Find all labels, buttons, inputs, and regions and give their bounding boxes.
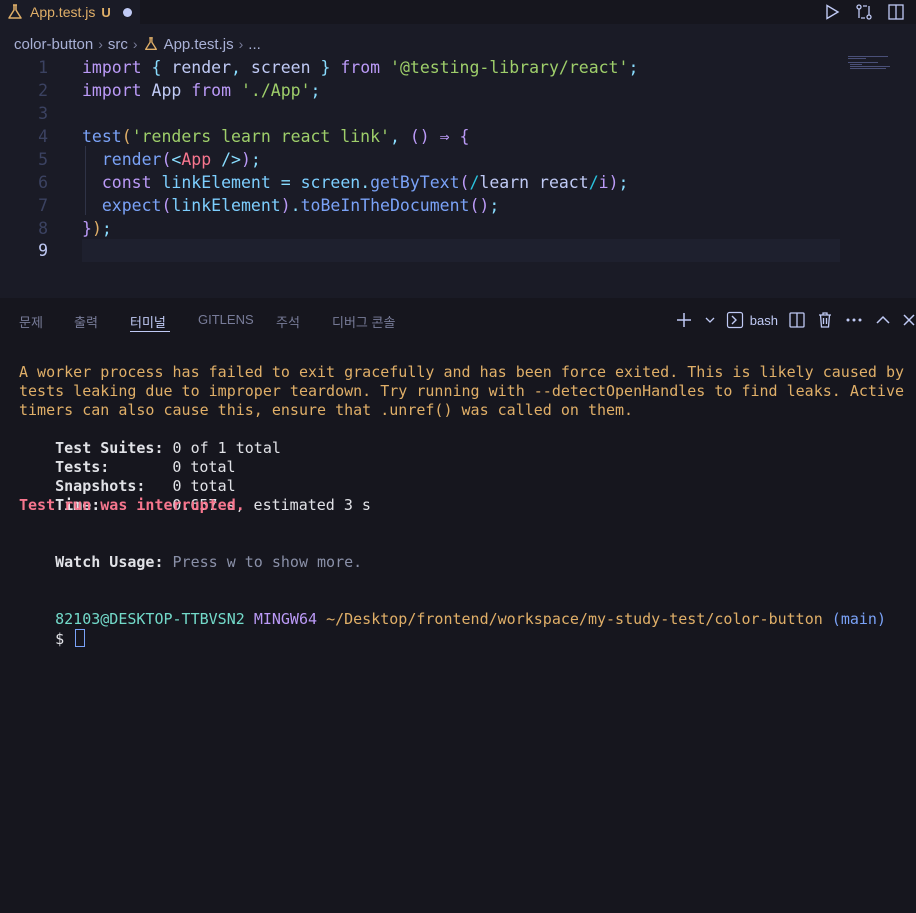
prompt-branch: (main)	[831, 610, 886, 628]
maximize-panel-icon[interactable]	[874, 311, 892, 329]
terminal-warning-line: tests leaking due to improper teardown. …	[19, 382, 905, 400]
watch-label: Watch Usage:	[55, 553, 164, 571]
code-editor[interactable]: 1 import { render, screen } from '@testi…	[0, 56, 916, 296]
tab-gitlens[interactable]: GITLENS	[198, 312, 254, 327]
split-editor-icon[interactable]	[886, 2, 906, 22]
chevron-right-icon: ›	[238, 36, 244, 52]
line-number: 6	[38, 173, 48, 192]
code-line[interactable]: 7 expect(linkElement).toBeInTheDocument(…	[0, 194, 916, 217]
unsaved-dot-icon[interactable]	[122, 7, 132, 17]
minimap[interactable]	[848, 56, 908, 70]
chevron-right-icon: ›	[132, 36, 138, 52]
code-line[interactable]: 8 });	[0, 217, 916, 240]
compare-changes-icon[interactable]	[854, 2, 874, 22]
line-number: 9	[38, 241, 48, 260]
line-number: 1	[38, 58, 48, 77]
line-number: 5	[38, 150, 48, 169]
flask-icon	[8, 4, 22, 19]
tab-comments[interactable]: 주석	[276, 312, 300, 331]
run-icon[interactable]	[822, 2, 842, 22]
tab-problems[interactable]: 문제	[19, 312, 43, 331]
tab-terminal[interactable]: 터미널	[130, 312, 166, 331]
code-line[interactable]: 2 import App from './App';	[0, 79, 916, 102]
breadcrumb-folder[interactable]: color-button	[14, 36, 93, 53]
terminal-actions: bash	[674, 308, 916, 332]
tab-output[interactable]: 출력	[74, 312, 98, 331]
chevron-down-icon[interactable]	[704, 314, 716, 326]
more-actions-icon[interactable]	[844, 310, 864, 330]
chevron-right-icon: ›	[98, 36, 103, 52]
tab-debug-console[interactable]: 디버그 콘솔	[332, 312, 395, 331]
split-terminal-icon[interactable]	[788, 311, 806, 329]
prompt-path: ~/Desktop/frontend/workspace/my-study-te…	[326, 610, 823, 628]
add-terminal-icon[interactable]	[674, 310, 694, 330]
terminal-shell-icon[interactable]	[726, 311, 744, 329]
editor-tab-bar: App.test.js U	[0, 0, 916, 24]
breadcrumb-file[interactable]: App.test.js	[164, 36, 234, 53]
breadcrumb-more[interactable]: ...	[248, 36, 261, 53]
flask-icon	[144, 37, 157, 50]
code-line[interactable]: 4 test('renders learn react link', () ⇒ …	[0, 125, 916, 148]
terminal-watch-usage: Watch Usage: Press w to show more.	[19, 534, 362, 591]
line-number: 7	[38, 196, 48, 215]
bottom-panel: 문제 출력 터미널 GITLENS 주석 디버그 콘솔 bash A worke…	[0, 298, 916, 913]
breadcrumb: color-button › src › App.test.js › ...	[14, 34, 261, 54]
line-number: 3	[38, 104, 48, 123]
tab-label: App.test.js	[30, 4, 96, 20]
code-line[interactable]: 6 const linkElement = screen.getByText(/…	[0, 171, 916, 194]
code-line[interactable]: 9	[0, 239, 916, 262]
watch-value: Press w to show more.	[172, 553, 363, 571]
line-number: 8	[38, 219, 48, 238]
terminal-input-line[interactable]: $	[19, 610, 86, 668]
active-tab-indicator	[130, 331, 170, 332]
terminal-prompt-line: 82103@DESKTOP-TTBVSN2 MINGW64 ~/Desktop/…	[19, 591, 886, 648]
code-line[interactable]: 5 render(<App />);	[0, 148, 916, 171]
trash-icon[interactable]	[816, 311, 834, 329]
editor-actions	[822, 0, 906, 24]
code-line[interactable]: 3	[0, 102, 916, 125]
code-line[interactable]: 1 import { render, screen } from '@testi…	[0, 56, 916, 79]
terminal-shell-name[interactable]: bash	[750, 313, 778, 328]
line-number: 2	[38, 81, 48, 100]
terminal-interrupted-message: Test run was interrupted.	[19, 496, 245, 514]
panel-tab-bar: 문제 출력 터미널 GITLENS 주석 디버그 콘솔 bash	[0, 298, 916, 344]
prompt-symbol: $	[55, 630, 65, 648]
terminal-cursor	[75, 629, 86, 647]
close-panel-icon[interactable]	[902, 311, 916, 329]
tab-app-test[interactable]: App.test.js U	[0, 0, 140, 24]
line-number: 4	[38, 127, 48, 146]
prompt-env: MINGW64	[253, 610, 318, 628]
breadcrumb-subfolder[interactable]: src	[108, 36, 128, 53]
terminal-warning-line: A worker process has failed to exit grac…	[19, 363, 905, 381]
git-status-badge: U	[101, 4, 111, 20]
terminal-warning-line: timers can also cause this, ensure that …	[19, 401, 634, 419]
